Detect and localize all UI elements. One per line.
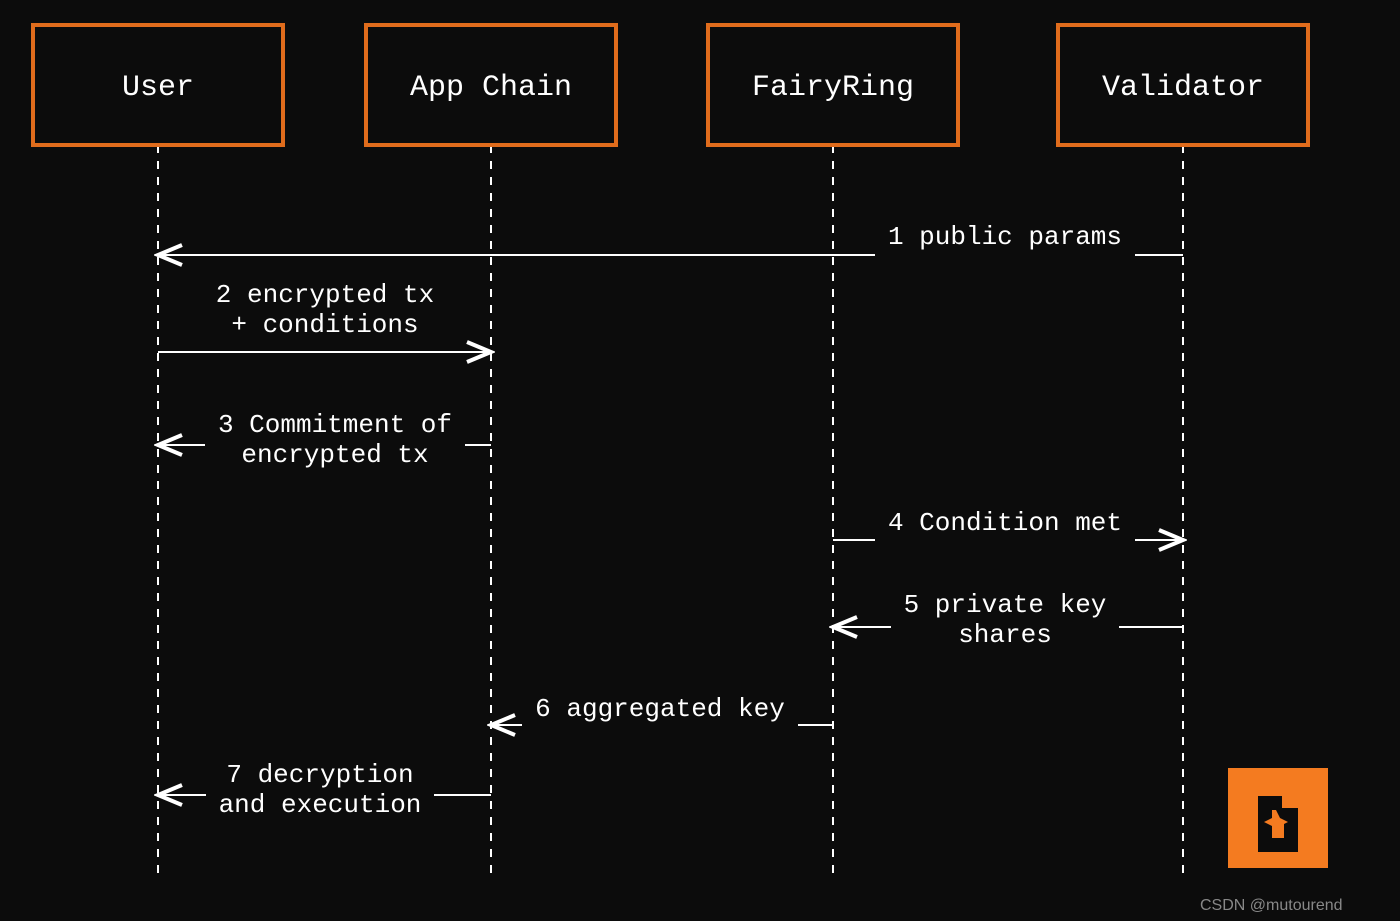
msg2-label: 2 encrypted tx+ conditions [216,280,434,340]
msg6-label: 6 aggregated key [535,694,785,724]
msg4-label: 4 Condition met [888,508,1122,538]
msg3-label: 3 Commitment ofencrypted tx [218,410,452,470]
actor-label-user: User [122,71,194,105]
watermark-text: CSDN @mutourend [1200,897,1343,914]
msg7-label: 7 decryptionand execution [219,760,422,820]
sequence-diagram: User App Chain FairyRing Validator 1 public … [0,0,1400,921]
actor-label-validator: Validator [1102,71,1264,105]
actor-label-appchain: App Chain [410,71,572,105]
actor-label-fairyring: FairyRing [752,71,914,105]
msg1-label: 1 public params [888,222,1122,252]
